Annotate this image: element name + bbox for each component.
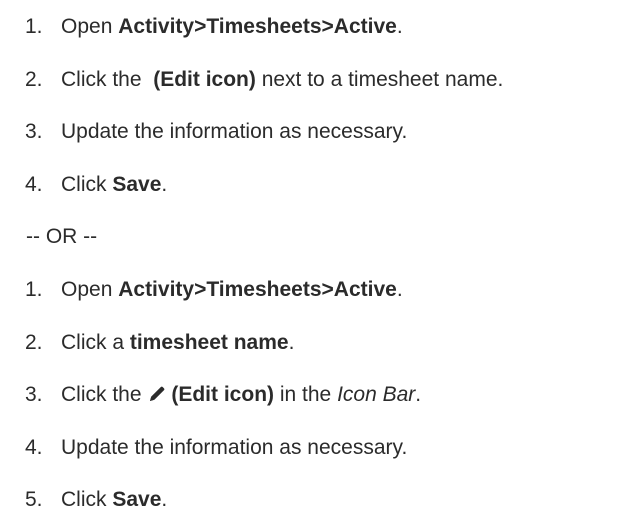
list-item: 3. Update the information as necessary. [0, 115, 625, 148]
step-text: Open [61, 15, 119, 38]
save-label: Save [112, 488, 162, 512]
pencil-icon [147, 381, 167, 414]
step-number: 2. [25, 67, 43, 91]
step-text: Click the [61, 383, 148, 407]
step-text: Click [61, 172, 113, 196]
step-number: 4. [25, 435, 43, 459]
list-item: 5. Click Save. [0, 483, 625, 516]
procedure-list-b: 1. Open Activity>Timesheets>Active. 2. Cli… [0, 273, 625, 516]
step-text: . [396, 277, 403, 301]
step-text: . [161, 172, 168, 196]
list-item: 4. Click Save. [0, 168, 625, 201]
instructions-document: 1. Open Activity>Timesheets>Active. 2. Cli… [0, 0, 625, 516]
edit-icon-label: (Edit icon) [171, 383, 275, 407]
step-text: . [396, 15, 403, 38]
step-number: 2. [25, 330, 43, 354]
list-item: 2. Click the (Edit icon) next to a timesh… [0, 63, 625, 96]
step-text: . [415, 383, 422, 407]
step-text: Click the [61, 67, 154, 91]
step-text: Click a [61, 330, 130, 354]
step-number: 1. [25, 15, 43, 38]
step-text: . [161, 488, 168, 512]
step-number: 1. [25, 277, 43, 301]
timesheet-name-label: timesheet name [129, 330, 289, 354]
edit-icon-label: (Edit icon) [153, 67, 256, 91]
step-text: Update the information as necessary. [61, 435, 408, 459]
step-text: next to a timesheet name. [255, 67, 504, 91]
or-separator: -- OR -- [26, 225, 98, 249]
list-item: 3. Click the (Edit icon) in the Icon Bar. [0, 378, 625, 411]
step-number: 3. [25, 120, 43, 144]
list-item: 4. Update the information as necessary. [0, 431, 625, 464]
menu-path: Activity>Timesheets>Active [118, 15, 397, 38]
step-number: 5. [25, 488, 43, 512]
step-text: . [288, 330, 295, 354]
step-text: Update the information as necessary. [61, 120, 408, 144]
procedure-list-a: 1. Open Activity>Timesheets>Active. 2. Cli… [0, 10, 625, 201]
step-text: in the [274, 383, 338, 407]
step-text: Click [61, 488, 113, 512]
list-item: 2. Click a timesheet name. [0, 326, 625, 359]
list-item: 1. Open Activity>Timesheets>Active. [0, 273, 625, 306]
icon-bar-label: Icon Bar [337, 383, 416, 407]
menu-path: Activity>Timesheets>Active [118, 277, 397, 301]
save-label: Save [112, 172, 162, 196]
step-text: Open [61, 277, 119, 301]
list-item: 1. Open Activity>Timesheets>Active. [0, 10, 625, 43]
step-number: 3. [25, 383, 43, 407]
step-number: 4. [25, 172, 43, 196]
